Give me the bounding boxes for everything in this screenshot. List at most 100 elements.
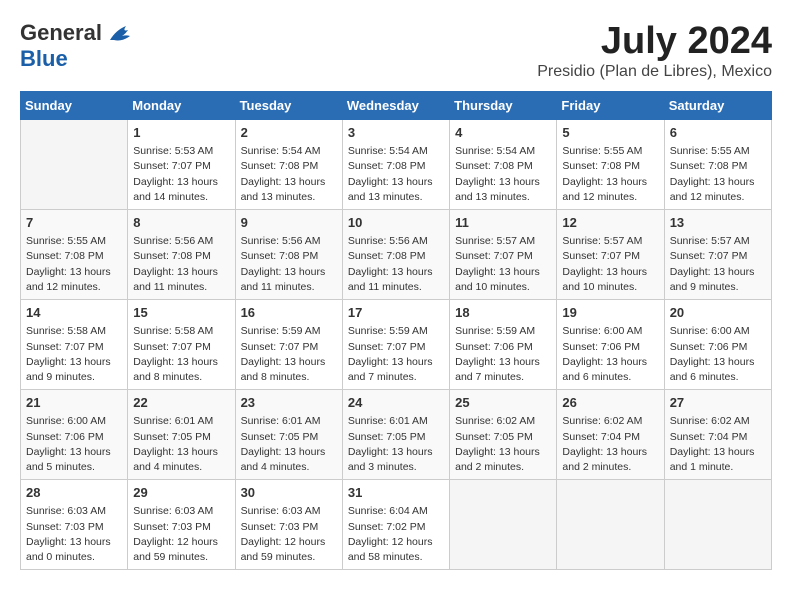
day-cell: 22Sunrise: 6:01 AM Sunset: 7:05 PM Dayli… bbox=[128, 390, 235, 480]
day-cell: 27Sunrise: 6:02 AM Sunset: 7:04 PM Dayli… bbox=[664, 390, 771, 480]
day-number: 2 bbox=[241, 124, 337, 142]
day-cell: 28 Sunrise: 6:03 AM Sunset: 7:03 PM Dayli… bbox=[21, 480, 128, 570]
day-number: 8 bbox=[133, 214, 229, 232]
day-info: Sunrise: 6:03 AM Sunset: 7:03 PM Dayligh… bbox=[133, 504, 229, 565]
day-info: Sunrise: 5:56 AM Sunset: 7:08 PM Dayligh… bbox=[133, 234, 229, 295]
day-info: Sunrise: 5:59 AM Sunset: 7:07 PM Dayligh… bbox=[348, 324, 444, 385]
week-row-5: 28 Sunrise: 6:03 AM Sunset: 7:03 PM Dayli… bbox=[21, 480, 772, 570]
day-number: 23 bbox=[241, 394, 337, 412]
day-info: Sunrise: 5:54 AM Sunset: 7:08 PM Dayligh… bbox=[348, 144, 444, 205]
day-number: 19 bbox=[562, 304, 658, 322]
day-cell: 7 Sunrise: 5:55 AM Sunset: 7:08 PM Daylig… bbox=[21, 210, 128, 300]
day-number: 5 bbox=[562, 124, 658, 142]
day-cell: 12 Sunrise: 5:57 AM Sunset: 7:07 PM Dayli… bbox=[557, 210, 664, 300]
day-number: 30 bbox=[241, 484, 337, 502]
header-friday: Friday bbox=[557, 92, 664, 120]
day-number: 18 bbox=[455, 304, 551, 322]
day-number: 24 bbox=[348, 394, 444, 412]
day-cell: 29 Sunrise: 6:03 AM Sunset: 7:03 PM Dayli… bbox=[128, 480, 235, 570]
day-number: 4 bbox=[455, 124, 551, 142]
day-info: Sunrise: 5:55 AM Sunset: 7:08 PM Dayligh… bbox=[562, 144, 658, 205]
day-cell: 5 Sunrise: 5:55 AM Sunset: 7:08 PM Daylig… bbox=[557, 120, 664, 210]
day-cell: 6Sunrise: 5:55 AM Sunset: 7:08 PM Daylig… bbox=[664, 120, 771, 210]
day-cell: 14 Sunrise: 5:58 AM Sunset: 7:07 PM Dayli… bbox=[21, 300, 128, 390]
day-cell: 19 Sunrise: 6:00 AM Sunset: 7:06 PM Dayli… bbox=[557, 300, 664, 390]
day-cell: 8 Sunrise: 5:56 AM Sunset: 7:08 PM Daylig… bbox=[128, 210, 235, 300]
day-info: Sunrise: 5:57 AM Sunset: 7:07 PM Dayligh… bbox=[562, 234, 658, 295]
logo-bird-icon bbox=[106, 22, 134, 44]
day-cell: 17 Sunrise: 5:59 AM Sunset: 7:07 PM Dayli… bbox=[342, 300, 449, 390]
day-cell: 13Sunrise: 5:57 AM Sunset: 7:07 PM Dayli… bbox=[664, 210, 771, 300]
day-info: Sunrise: 5:57 AM Sunset: 7:07 PM Dayligh… bbox=[455, 234, 551, 295]
day-number: 29 bbox=[133, 484, 229, 502]
day-number: 3 bbox=[348, 124, 444, 142]
day-cell: 31 Sunrise: 6:04 AM Sunset: 7:02 PM Dayli… bbox=[342, 480, 449, 570]
day-info: Sunrise: 6:04 AM Sunset: 7:02 PM Dayligh… bbox=[348, 504, 444, 565]
day-cell: 15 Sunrise: 5:58 AM Sunset: 7:07 PM Dayli… bbox=[128, 300, 235, 390]
day-info: Sunrise: 5:56 AM Sunset: 7:08 PM Dayligh… bbox=[241, 234, 337, 295]
day-cell: 11Sunrise: 5:57 AM Sunset: 7:07 PM Dayli… bbox=[450, 210, 557, 300]
day-number: 1 bbox=[133, 124, 229, 142]
day-number: 21 bbox=[26, 394, 122, 412]
day-info: Sunrise: 6:01 AM Sunset: 7:05 PM Dayligh… bbox=[348, 414, 444, 475]
day-info: Sunrise: 6:00 AM Sunset: 7:06 PM Dayligh… bbox=[670, 324, 766, 385]
day-info: Sunrise: 6:02 AM Sunset: 7:04 PM Dayligh… bbox=[562, 414, 658, 475]
day-number: 28 bbox=[26, 484, 122, 502]
day-number: 20 bbox=[670, 304, 766, 322]
day-number: 31 bbox=[348, 484, 444, 502]
logo-general-text: General bbox=[20, 20, 102, 46]
day-info: Sunrise: 5:59 AM Sunset: 7:07 PM Dayligh… bbox=[241, 324, 337, 385]
day-cell: 9 Sunrise: 5:56 AM Sunset: 7:08 PM Daylig… bbox=[235, 210, 342, 300]
day-cell: 10Sunrise: 5:56 AM Sunset: 7:08 PM Dayli… bbox=[342, 210, 449, 300]
day-info: Sunrise: 6:03 AM Sunset: 7:03 PM Dayligh… bbox=[241, 504, 337, 565]
header-tuesday: Tuesday bbox=[235, 92, 342, 120]
day-info: Sunrise: 5:59 AM Sunset: 7:06 PM Dayligh… bbox=[455, 324, 551, 385]
day-cell bbox=[450, 480, 557, 570]
day-info: Sunrise: 6:03 AM Sunset: 7:03 PM Dayligh… bbox=[26, 504, 122, 565]
day-cell: 16 Sunrise: 5:59 AM Sunset: 7:07 PM Dayli… bbox=[235, 300, 342, 390]
header-saturday: Saturday bbox=[664, 92, 771, 120]
day-cell: 23 Sunrise: 6:01 AM Sunset: 7:05 PM Dayli… bbox=[235, 390, 342, 480]
day-cell: 25Sunrise: 6:02 AM Sunset: 7:05 PM Dayli… bbox=[450, 390, 557, 480]
day-number: 15 bbox=[133, 304, 229, 322]
week-row-2: 7 Sunrise: 5:55 AM Sunset: 7:08 PM Daylig… bbox=[21, 210, 772, 300]
day-number: 27 bbox=[670, 394, 766, 412]
day-number: 14 bbox=[26, 304, 122, 322]
location-title: Presidio (Plan de Libres), Mexico bbox=[537, 63, 772, 81]
day-cell: 3 Sunrise: 5:54 AM Sunset: 7:08 PM Daylig… bbox=[342, 120, 449, 210]
day-cell: 4 Sunrise: 5:54 AM Sunset: 7:08 PM Daylig… bbox=[450, 120, 557, 210]
week-row-1: 1 Sunrise: 5:53 AM Sunset: 7:07 PM Daylig… bbox=[21, 120, 772, 210]
day-cell: 21Sunrise: 6:00 AM Sunset: 7:06 PM Dayli… bbox=[21, 390, 128, 480]
title-area: July 2024 Presidio (Plan de Libres), Mex… bbox=[537, 20, 772, 81]
day-number: 7 bbox=[26, 214, 122, 232]
day-info: Sunrise: 6:01 AM Sunset: 7:05 PM Dayligh… bbox=[241, 414, 337, 475]
day-number: 12 bbox=[562, 214, 658, 232]
day-cell bbox=[21, 120, 128, 210]
week-row-3: 14 Sunrise: 5:58 AM Sunset: 7:07 PM Dayli… bbox=[21, 300, 772, 390]
logo-blue-text: Blue bbox=[20, 46, 68, 72]
day-cell: 1 Sunrise: 5:53 AM Sunset: 7:07 PM Daylig… bbox=[128, 120, 235, 210]
day-info: Sunrise: 5:58 AM Sunset: 7:07 PM Dayligh… bbox=[26, 324, 122, 385]
day-cell bbox=[557, 480, 664, 570]
day-info: Sunrise: 5:54 AM Sunset: 7:08 PM Dayligh… bbox=[455, 144, 551, 205]
logo: General Blue bbox=[20, 20, 134, 72]
header-thursday: Thursday bbox=[450, 92, 557, 120]
day-info: Sunrise: 6:00 AM Sunset: 7:06 PM Dayligh… bbox=[562, 324, 658, 385]
day-number: 9 bbox=[241, 214, 337, 232]
day-info: Sunrise: 6:01 AM Sunset: 7:05 PM Dayligh… bbox=[133, 414, 229, 475]
header-monday: Monday bbox=[128, 92, 235, 120]
month-title: July 2024 bbox=[537, 20, 772, 63]
day-cell: 24 Sunrise: 6:01 AM Sunset: 7:05 PM Dayli… bbox=[342, 390, 449, 480]
day-number: 17 bbox=[348, 304, 444, 322]
day-info: Sunrise: 5:58 AM Sunset: 7:07 PM Dayligh… bbox=[133, 324, 229, 385]
day-cell bbox=[664, 480, 771, 570]
day-cell: 20 Sunrise: 6:00 AM Sunset: 7:06 PM Dayli… bbox=[664, 300, 771, 390]
day-info: Sunrise: 5:55 AM Sunset: 7:08 PM Dayligh… bbox=[26, 234, 122, 295]
page-header: General Blue July 2024 Presidio (Plan de… bbox=[20, 20, 772, 81]
day-number: 25 bbox=[455, 394, 551, 412]
day-info: Sunrise: 5:53 AM Sunset: 7:07 PM Dayligh… bbox=[133, 144, 229, 205]
day-number: 16 bbox=[241, 304, 337, 322]
day-cell: 30 Sunrise: 6:03 AM Sunset: 7:03 PM Dayli… bbox=[235, 480, 342, 570]
day-info: Sunrise: 5:54 AM Sunset: 7:08 PM Dayligh… bbox=[241, 144, 337, 205]
day-info: Sunrise: 5:57 AM Sunset: 7:07 PM Dayligh… bbox=[670, 234, 766, 295]
